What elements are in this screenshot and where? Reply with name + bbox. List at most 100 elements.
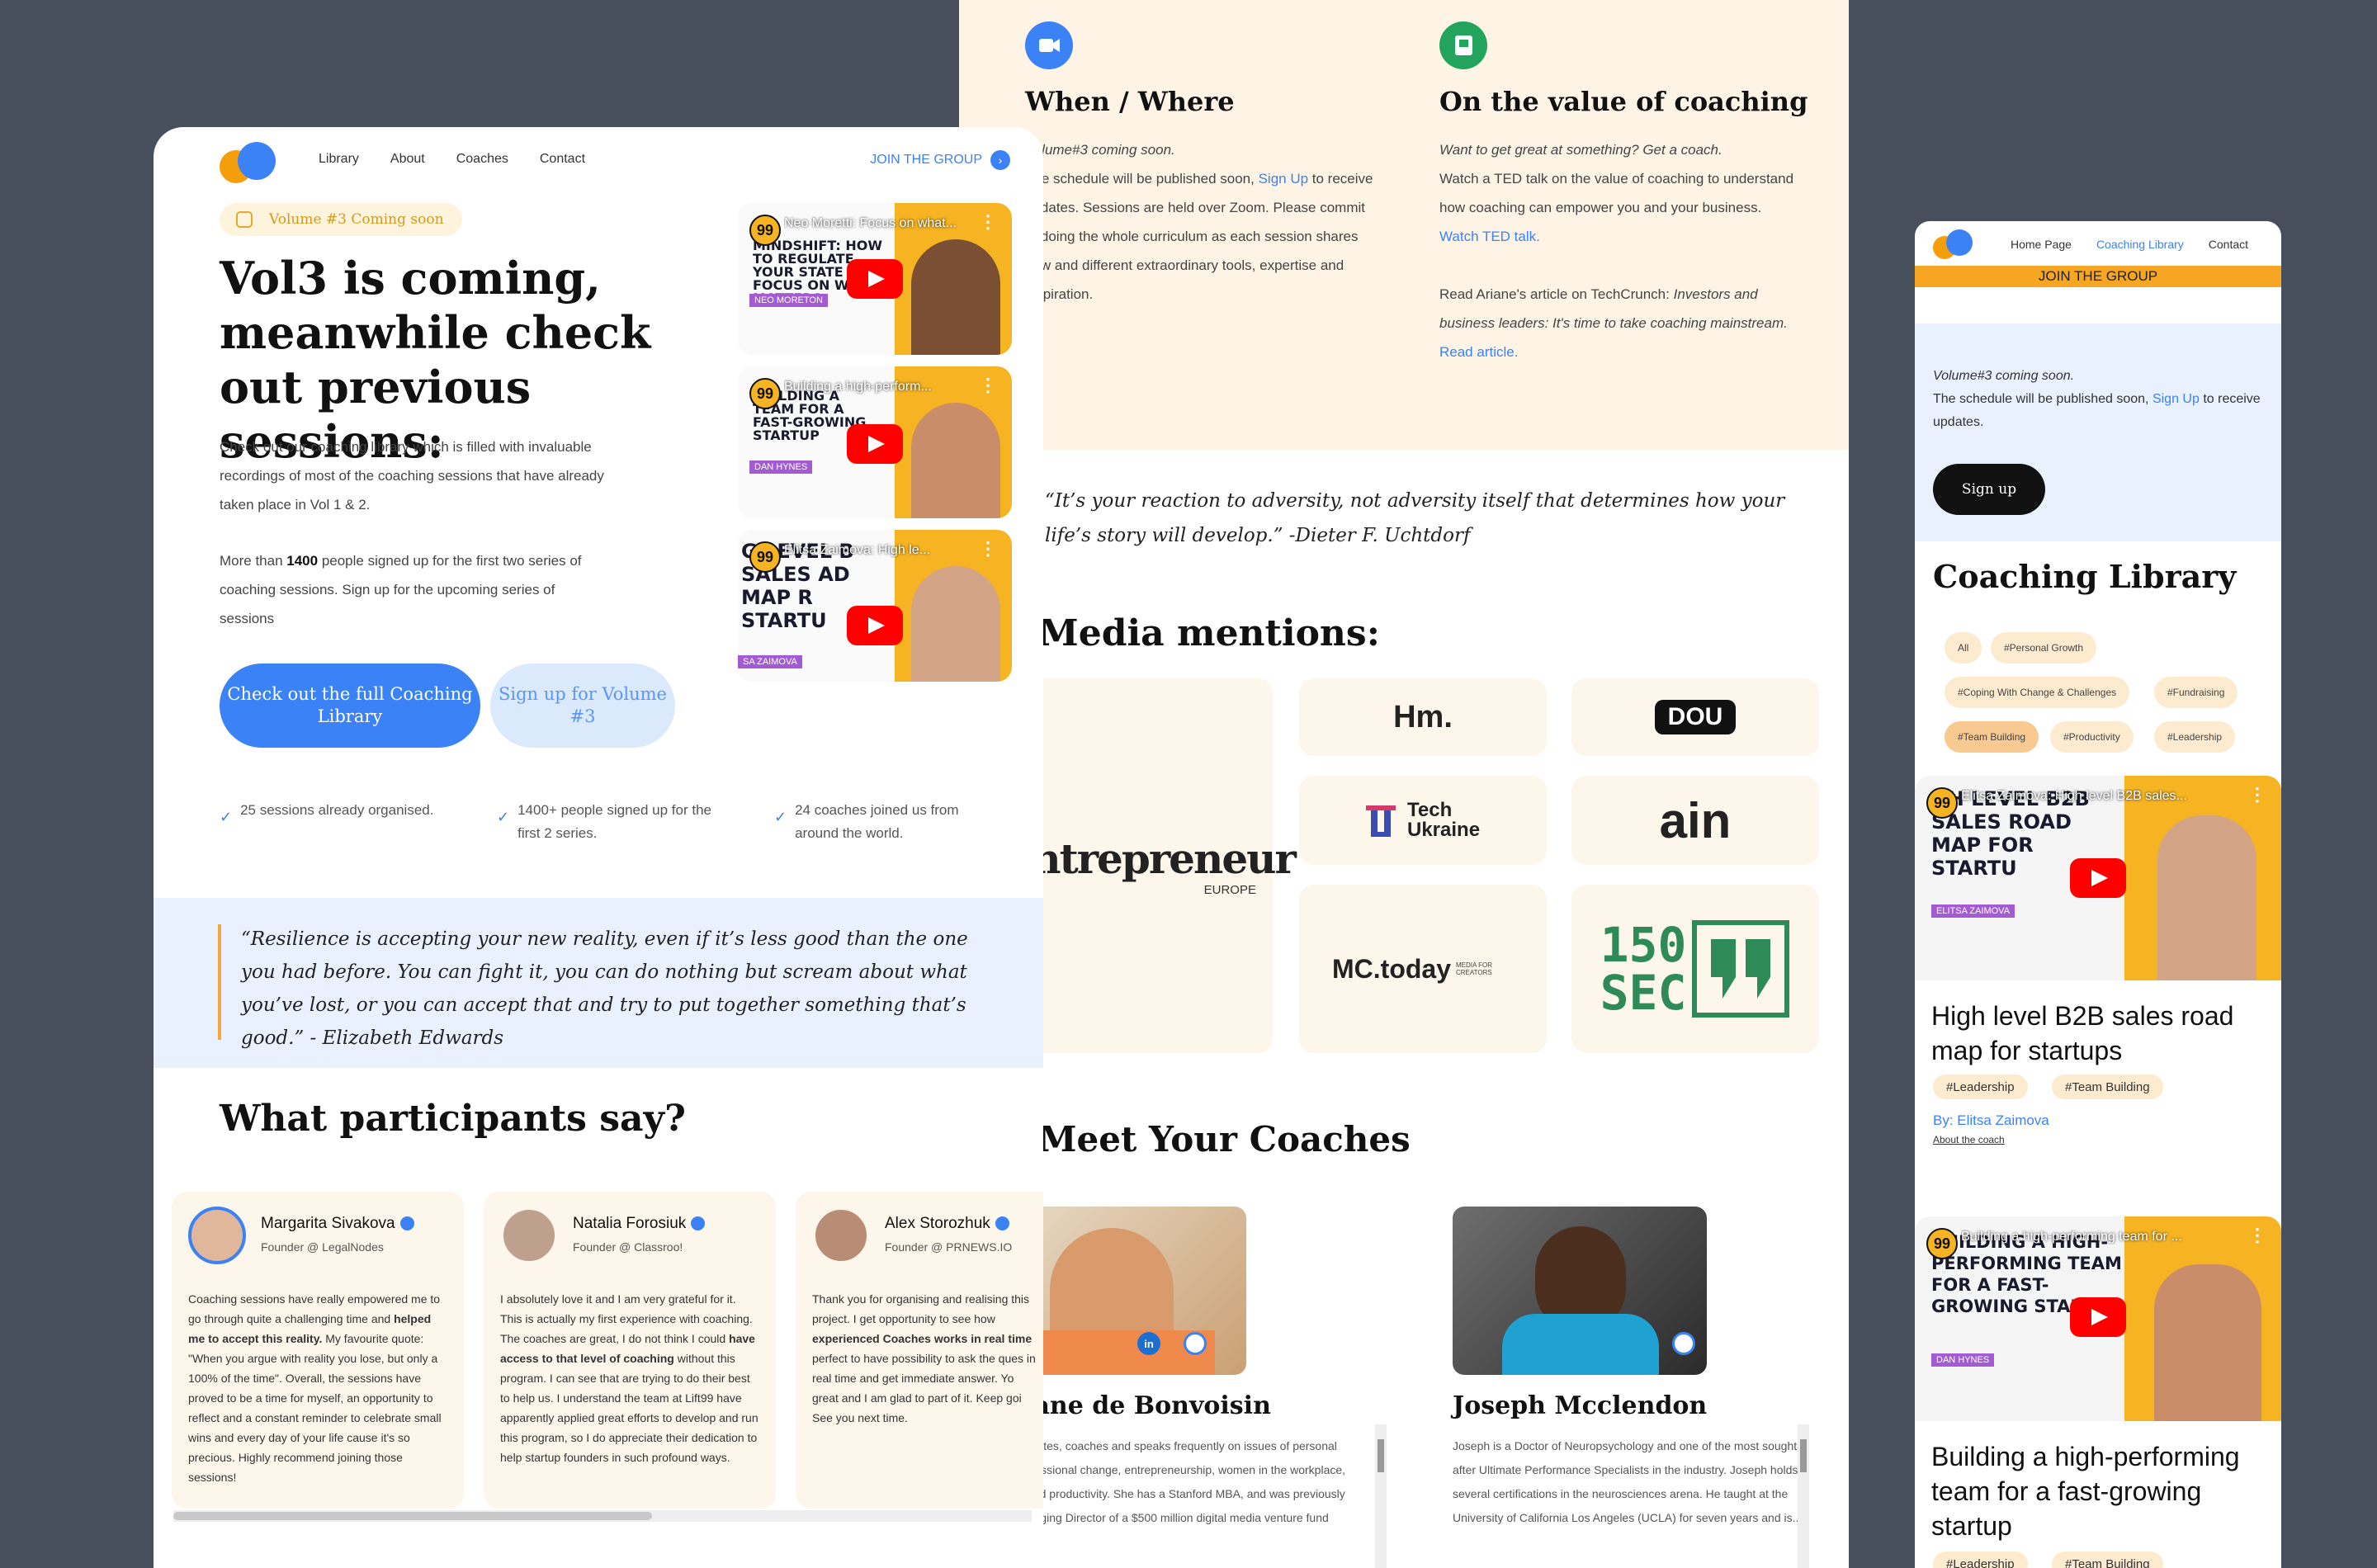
more-options-icon[interactable]: ⋮ bbox=[979, 540, 997, 558]
mc-today-logo[interactable]: MC.today MEDIA FOR CREATORS bbox=[1299, 885, 1547, 1053]
verified-icon bbox=[995, 1216, 1009, 1231]
library-title: Coaching Library bbox=[1933, 558, 2237, 595]
quote-section: “Resilience is accepting your new realit… bbox=[154, 898, 1043, 1068]
coach-name-joseph: Joseph Mcclendon bbox=[1453, 1391, 1708, 1420]
hero-intro: Check out our coaching library which is … bbox=[220, 439, 604, 512]
when-where-title: When / Where bbox=[1025, 86, 1235, 117]
check-icon: ✓ bbox=[774, 809, 787, 825]
more-options-icon[interactable]: ⋮ bbox=[979, 376, 997, 394]
read-article-link[interactable]: Read article. bbox=[1439, 344, 1518, 360]
card-tag[interactable]: #Leadership bbox=[1933, 1074, 2028, 1099]
more-options-icon[interactable]: ⋮ bbox=[979, 213, 997, 231]
sign-up-button[interactable]: Sign up bbox=[1933, 464, 2045, 515]
home-page-panel: Library About Coaches Contact JOIN THE G… bbox=[154, 127, 1043, 1568]
logo[interactable] bbox=[1933, 229, 1974, 259]
globe-icon[interactable] bbox=[1184, 1332, 1207, 1355]
more-options-icon[interactable]: ⋮ bbox=[2248, 786, 2266, 804]
entrepreneur-logo[interactable]: Entrepreneur EUROPE bbox=[1001, 678, 1297, 1053]
lift99-badge: 99 bbox=[749, 215, 781, 246]
filter-chip[interactable]: #Fundraising bbox=[2154, 677, 2238, 708]
lift99-badge: 99 bbox=[1926, 1228, 1958, 1259]
dou-logo[interactable]: DOU bbox=[1571, 678, 1819, 756]
sign-up-volume-button[interactable]: Sign up for Volume #3 bbox=[490, 664, 675, 748]
filter-chip[interactable]: #Personal Growth bbox=[1991, 632, 2097, 664]
play-button-icon[interactable] bbox=[847, 259, 903, 299]
nav-about[interactable]: About bbox=[390, 152, 425, 167]
card-tag[interactable]: #Team Building bbox=[2052, 1074, 2163, 1099]
filter-chip[interactable]: #Leadership bbox=[2154, 721, 2236, 753]
filter-chip[interactable]: #Productivity bbox=[2050, 721, 2134, 753]
more-options-icon[interactable]: ⋮ bbox=[2248, 1226, 2266, 1244]
card-title[interactable]: Building a high-performing team for a fa… bbox=[1931, 1439, 2270, 1543]
nav-contact[interactable]: Contact bbox=[2209, 238, 2248, 251]
coaching-library-button[interactable]: Check out the full Coaching Library bbox=[220, 664, 480, 748]
card-tag[interactable]: #Leadership bbox=[1933, 1551, 2028, 1568]
nav-contact[interactable]: Contact bbox=[540, 152, 585, 167]
hero-stats-text: More than 1400 people signed up for the … bbox=[220, 553, 582, 626]
filter-chip[interactable]: #Coping With Change & Challenges bbox=[1945, 677, 2130, 708]
testimonial-card: Alex Storozhuk Founder @ PRNEWS.IO Thank … bbox=[796, 1192, 1043, 1509]
coaches-title: Meet Your Coaches bbox=[1038, 1119, 1411, 1159]
filter-chip[interactable]: #Team Building bbox=[1945, 721, 2039, 753]
library-nav: Home Page Coaching Library Contact bbox=[2011, 238, 2248, 251]
volume-badge: Volume #3 Coming soon bbox=[220, 203, 462, 236]
bio-scrollbar[interactable] bbox=[1798, 1424, 1809, 1568]
participants-title: What participants say? bbox=[220, 1098, 686, 1140]
linkedin-icon[interactable]: in bbox=[1137, 1332, 1160, 1355]
presentation-icon bbox=[1439, 21, 1487, 69]
nav-library[interactable]: Library bbox=[319, 152, 359, 167]
when-where-text: Volume#3 coming soon. The schedule will … bbox=[1025, 142, 1373, 302]
testimonials-scrollbar[interactable] bbox=[173, 1510, 1032, 1522]
quote-mark-icon bbox=[1692, 920, 1790, 1018]
coaching-page-background: When / Where Volume#3 coming soon. The s… bbox=[959, 0, 1849, 1568]
play-button-icon[interactable] bbox=[847, 424, 903, 464]
stat-signups: ✓ 1400+ people signed up for the first 2 … bbox=[497, 799, 720, 845]
join-group-link[interactable]: JOIN THE GROUP › bbox=[870, 150, 1010, 170]
main-nav: Library About Coaches Contact bbox=[319, 152, 585, 167]
value-title: On the value of coaching bbox=[1439, 86, 1808, 117]
avatar bbox=[812, 1207, 870, 1264]
coach-bio-joseph: Joseph is a Doctor of Neuropsychology an… bbox=[1453, 1439, 1803, 1524]
stat-coaches: ✓ 24 coaches joined us from around the wo… bbox=[774, 799, 997, 845]
value-text: Want to get great at something? Get a co… bbox=[1439, 142, 1794, 360]
video-thumbnail[interactable]: BUILDING A TEAM FOR A FAST-GROWING START… bbox=[738, 366, 1012, 518]
verified-icon bbox=[399, 1216, 414, 1231]
coach-photo-joseph bbox=[1453, 1207, 1707, 1375]
video-thumbnail[interactable]: G LEVEL B SALES AD MAP R STARTU SA ZAIMO… bbox=[738, 530, 1012, 682]
play-button-icon[interactable] bbox=[847, 606, 903, 645]
video-thumbnail[interactable]: MINDSHIFT: HOW TO REGULATE YOUR STATE AN… bbox=[738, 203, 1012, 355]
play-button-icon[interactable] bbox=[2070, 858, 2126, 898]
coach-bio-ariane: Ariane writes, coaches and speaks freque… bbox=[992, 1439, 1346, 1548]
globe-icon[interactable] bbox=[1672, 1332, 1695, 1355]
check-icon: ✓ bbox=[220, 809, 233, 825]
testimonial-card: Margarita Sivakova Founder @ LegalNodes C… bbox=[172, 1192, 464, 1509]
signup-text: Volume#3 coming soon. The schedule will … bbox=[1933, 369, 2261, 429]
lift99-badge: 99 bbox=[749, 378, 781, 409]
lift99-badge: 99 bbox=[749, 541, 781, 573]
join-group-banner[interactable]: JOIN THE GROUP bbox=[1915, 266, 2281, 287]
coach-byline[interactable]: By: Elitsa Zaimova bbox=[1933, 1112, 2049, 1129]
card-tag[interactable]: #Team Building bbox=[2052, 1551, 2163, 1568]
sign-up-link[interactable]: Sign Up bbox=[2153, 392, 2200, 406]
hm-logo[interactable]: Hm. bbox=[1299, 678, 1547, 756]
media-title: Media mentions: bbox=[1038, 612, 1380, 654]
play-button-icon[interactable] bbox=[2070, 1297, 2126, 1337]
card-title[interactable]: High level B2B sales road map for startu… bbox=[1931, 999, 2270, 1068]
tech-ukraine-logo[interactable]: Tech Ukraine bbox=[1299, 776, 1547, 865]
nav-home[interactable]: Home Page bbox=[2011, 238, 2072, 251]
about-coach-link[interactable]: About the coach bbox=[1933, 1134, 2005, 1145]
nav-coaches[interactable]: Coaches bbox=[456, 152, 508, 167]
watch-ted-link[interactable]: Watch TED talk. bbox=[1439, 229, 1540, 244]
video-thumbnail[interactable]: GH LEVEL B2B SALES ROAD MAP FOR STARTU E… bbox=[1915, 776, 2281, 980]
bio-scrollbar[interactable] bbox=[1375, 1424, 1387, 1568]
filter-chip[interactable]: All bbox=[1945, 632, 1982, 664]
sign-up-link[interactable]: Sign Up bbox=[1259, 171, 1308, 187]
avatar bbox=[188, 1207, 246, 1264]
verified-icon bbox=[691, 1216, 706, 1231]
150sec-logo[interactable]: 150 SEC bbox=[1571, 885, 1819, 1053]
nav-coaching-library[interactable]: Coaching Library bbox=[2096, 238, 2184, 251]
arrow-right-icon: › bbox=[990, 150, 1010, 170]
video-thumbnail[interactable]: BUILDING A HIGH-PERFORMING TEAM FOR A FA… bbox=[1915, 1216, 2281, 1421]
ain-logo[interactable]: ain bbox=[1571, 776, 1819, 865]
logo[interactable] bbox=[220, 142, 277, 183]
